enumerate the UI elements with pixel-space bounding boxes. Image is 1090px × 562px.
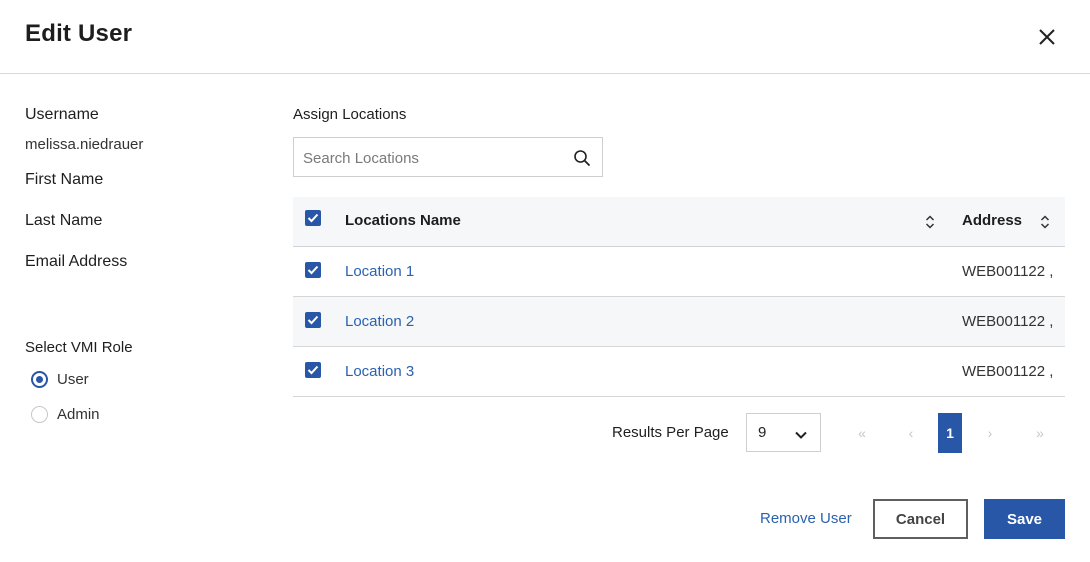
dialog-header: Edit User: [0, 0, 1090, 74]
remove-user-link[interactable]: Remove User: [760, 510, 852, 527]
username-label: Username: [25, 106, 99, 123]
role-user-label[interactable]: User: [57, 371, 89, 388]
sort-icon[interactable]: [925, 214, 935, 230]
page-1-button[interactable]: 1: [938, 413, 962, 453]
close-icon[interactable]: [1034, 24, 1060, 50]
table-row: Location 2 WEB001122 ,: [293, 297, 1065, 347]
table-row: Location 1 WEB001122 ,: [293, 247, 1065, 297]
last-name-label: Last Name: [25, 212, 103, 229]
results-per-page-value: 9: [758, 424, 767, 441]
table-row: Location 3 WEB001122 ,: [293, 347, 1065, 397]
results-per-page-select[interactable]: 9: [746, 413, 821, 452]
location-link[interactable]: Location 3: [345, 363, 414, 380]
next-page-button[interactable]: ›: [978, 413, 1002, 453]
dialog-title: Edit User: [25, 20, 133, 47]
row-checkbox[interactable]: [305, 362, 321, 378]
table-header: Locations Name Address: [293, 197, 1065, 247]
last-page-button[interactable]: »: [1028, 413, 1052, 453]
column-header-address[interactable]: Address: [962, 212, 1022, 229]
results-per-page-label: Results Per Page: [612, 424, 729, 441]
email-address-label: Email Address: [25, 253, 128, 270]
role-admin-label[interactable]: Admin: [57, 406, 100, 423]
search-input[interactable]: [303, 147, 558, 169]
search-icon[interactable]: [573, 149, 591, 167]
row-checkbox[interactable]: [305, 312, 321, 328]
search-box: [293, 137, 603, 177]
sort-icon[interactable]: [1040, 214, 1050, 230]
cancel-button[interactable]: Cancel: [873, 499, 968, 539]
select-role-label: Select VMI Role: [25, 339, 133, 356]
address-cell: WEB001122 ,: [962, 313, 1054, 330]
first-page-button[interactable]: «: [850, 413, 874, 453]
assign-locations-title: Assign Locations: [293, 106, 407, 123]
location-link[interactable]: Location 2: [345, 313, 414, 330]
address-cell: WEB001122 ,: [962, 363, 1054, 380]
column-header-locations-name[interactable]: Locations Name: [345, 212, 461, 229]
username-value: melissa.niedrauer: [25, 136, 144, 153]
location-link[interactable]: Location 1: [345, 263, 414, 280]
role-admin-radio[interactable]: [31, 406, 48, 423]
first-name-label: First Name: [25, 171, 104, 188]
chevron-down-icon: [794, 427, 808, 445]
address-cell: WEB001122 ,: [962, 263, 1054, 280]
select-all-checkbox[interactable]: [305, 210, 321, 226]
row-checkbox[interactable]: [305, 262, 321, 278]
role-user-radio[interactable]: [31, 371, 48, 388]
prev-page-button[interactable]: ‹: [899, 413, 923, 453]
save-button[interactable]: Save: [984, 499, 1065, 539]
